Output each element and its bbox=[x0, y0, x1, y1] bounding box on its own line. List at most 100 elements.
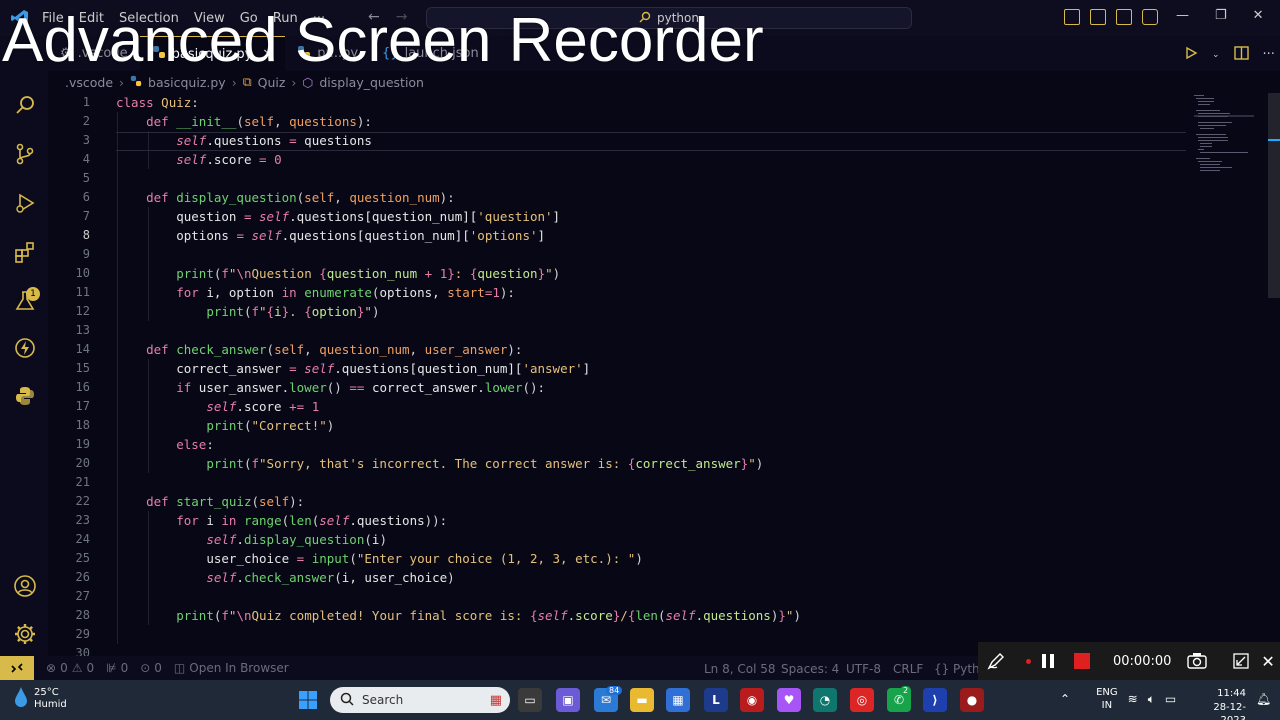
source-code[interactable]: class Quiz: def __init__(self, questions… bbox=[116, 93, 1186, 656]
volume-icon[interactable]: 🔈︎ bbox=[1148, 692, 1155, 707]
breadcrumb-file[interactable]: basicquiz.py bbox=[148, 75, 226, 90]
indentation[interactable]: Spaces: 4 bbox=[781, 662, 839, 676]
source-control-icon[interactable] bbox=[12, 141, 38, 167]
teams-icon[interactable]: ▣ bbox=[556, 688, 580, 712]
code-line: self.score += 1 bbox=[206, 399, 320, 414]
python-icon[interactable] bbox=[12, 383, 38, 409]
gear-icon[interactable] bbox=[12, 621, 38, 647]
stop-icon[interactable] bbox=[1073, 652, 1091, 670]
line-number-gutter: 1 2 3 4 5 6 7 8 9 10 11 12 13 14 15 16 17 18 19 20 21 22 23 24 2… bbox=[48, 93, 92, 660]
task-view-icon[interactable]: ▭ bbox=[518, 688, 542, 712]
scrollbar-cursor-marker bbox=[1268, 139, 1280, 141]
breadcrumb-class[interactable]: Quiz bbox=[258, 75, 286, 90]
line-number: 3 bbox=[82, 133, 90, 147]
code-line: print(f"Sorry, that's incorrect. The cor… bbox=[206, 456, 764, 471]
window-controls: — ❐ ✕ bbox=[1176, 8, 1264, 23]
encoding[interactable]: UTF-8 bbox=[846, 662, 881, 676]
windows-start-icon[interactable] bbox=[296, 688, 320, 712]
language-mode[interactable]: Pyth bbox=[953, 662, 980, 676]
radio-tower-icon: ⊯ bbox=[106, 661, 117, 675]
problems-indicator[interactable]: ⊗ 0 ⚠ 0 bbox=[46, 661, 94, 675]
file-explorer-icon[interactable]: ▬ bbox=[630, 688, 654, 712]
line-number: 16 bbox=[75, 380, 90, 394]
line-number: 14 bbox=[75, 342, 90, 356]
remote-indicator-icon[interactable] bbox=[0, 656, 34, 680]
activity-bar: 1 bbox=[0, 36, 48, 656]
run-python-icon[interactable] bbox=[1184, 45, 1198, 64]
line-number: 5 bbox=[82, 171, 90, 185]
cursor-position[interactable]: Ln 8, Col 58 bbox=[704, 662, 776, 676]
line-number: 8 bbox=[82, 228, 90, 242]
code-line: print(f"\nQuiz completed! Your final sco… bbox=[176, 608, 801, 623]
close-window-icon[interactable]: ✕ bbox=[1253, 8, 1264, 23]
minimize-recorder-icon[interactable] bbox=[1233, 653, 1250, 669]
battery-icon[interactable]: ▭ bbox=[1165, 692, 1176, 706]
weather-widget[interactable]: 25°C Humid bbox=[14, 686, 67, 712]
ports-indicator[interactable]: ⊯ 0 bbox=[106, 661, 128, 675]
pause-icon[interactable] bbox=[1039, 652, 1057, 670]
search-icon bbox=[340, 692, 354, 709]
customize-layout-icon[interactable] bbox=[1142, 9, 1158, 25]
extensions-icon[interactable] bbox=[12, 239, 38, 265]
language-code[interactable]: ENG bbox=[1096, 686, 1118, 699]
line-number: 25 bbox=[75, 551, 90, 565]
taskbar-search[interactable]: Search ▦ bbox=[330, 687, 510, 713]
recorder-taskbar-icon[interactable]: ● bbox=[960, 688, 984, 712]
live-count: 0 bbox=[154, 661, 162, 675]
toggle-primary-sidebar-icon[interactable] bbox=[1064, 9, 1080, 25]
pen-icon[interactable] bbox=[986, 651, 1006, 671]
vscode-taskbar-icon[interactable]: ⟩ bbox=[923, 688, 947, 712]
search-icon[interactable] bbox=[12, 92, 38, 118]
browser-icon: ◫ bbox=[173, 661, 186, 675]
line-endings[interactable]: CRLF bbox=[893, 662, 923, 676]
media-app-icon[interactable]: ◉ bbox=[740, 688, 764, 712]
toggle-panel-icon[interactable] bbox=[1090, 9, 1106, 25]
code-line: correct_answer = self.questions[question… bbox=[176, 361, 591, 376]
line-number: 12 bbox=[75, 304, 90, 318]
testing-flask-icon[interactable] bbox=[12, 288, 38, 314]
breadcrumb-folder[interactable]: .vscode bbox=[65, 75, 113, 90]
close-recorder-icon[interactable]: ✕ bbox=[1261, 652, 1274, 671]
layout-controls bbox=[1064, 9, 1158, 25]
line-number: 28 bbox=[75, 608, 90, 622]
code-line: self.questions = questions bbox=[176, 133, 372, 148]
breadcrumb-method[interactable]: display_question bbox=[319, 75, 424, 90]
run-debug-icon[interactable] bbox=[12, 190, 38, 216]
weather-temperature: 25°C bbox=[34, 686, 59, 698]
class-symbol-icon: ⧉ bbox=[242, 74, 252, 89]
edge-icon[interactable]: ◔ bbox=[813, 688, 837, 712]
line-number: 24 bbox=[75, 532, 90, 546]
line-number: 7 bbox=[82, 209, 90, 223]
minimap[interactable] bbox=[1192, 93, 1262, 173]
more-actions-icon[interactable]: ··· bbox=[1263, 47, 1275, 62]
recording-timer: 00:00:00 bbox=[1113, 653, 1172, 669]
editor-actions: ⌄ ··· bbox=[1184, 45, 1275, 64]
split-editor-icon[interactable] bbox=[1233, 45, 1249, 64]
vertical-scrollbar[interactable] bbox=[1268, 93, 1280, 298]
code-line: self.check_answer(i, user_choice) bbox=[206, 570, 455, 585]
code-line: for i, option in enumerate(options, star… bbox=[176, 285, 515, 300]
taskbar-clock[interactable]: 11:44 28-12-2023 bbox=[1200, 687, 1246, 720]
maximize-icon[interactable]: ❐ bbox=[1215, 8, 1227, 23]
code-line: else: bbox=[176, 437, 214, 452]
app-l-icon[interactable]: L bbox=[704, 688, 728, 712]
live-share-indicator[interactable]: ⊙ 0 bbox=[140, 661, 162, 675]
accounts-icon[interactable] bbox=[12, 573, 38, 599]
notification-bell-icon[interactable]: 🔔︎ bbox=[1256, 692, 1271, 706]
line-number: 13 bbox=[75, 323, 90, 337]
line-number: 1 bbox=[82, 95, 90, 109]
wifi-icon[interactable]: ≋ bbox=[1128, 692, 1138, 706]
thunder-client-icon[interactable] bbox=[12, 335, 38, 361]
heart-app-icon[interactable]: ♥ bbox=[777, 688, 801, 712]
minimize-icon[interactable]: — bbox=[1176, 8, 1189, 23]
error-count: 0 bbox=[60, 661, 68, 675]
store-icon[interactable]: ▦ bbox=[666, 688, 690, 712]
line-number: 26 bbox=[75, 570, 90, 584]
open-in-browser-button[interactable]: ◫ Open In Browser bbox=[174, 661, 289, 675]
chevron-up-icon[interactable]: ⌃ bbox=[1060, 692, 1070, 706]
toggle-secondary-sidebar-icon[interactable] bbox=[1116, 9, 1132, 25]
warning-count: 0 bbox=[86, 661, 95, 675]
camera-icon[interactable] bbox=[1187, 652, 1208, 670]
chevron-down-icon[interactable]: ⌄ bbox=[1212, 50, 1220, 60]
chrome-icon[interactable]: ◎ bbox=[850, 688, 874, 712]
